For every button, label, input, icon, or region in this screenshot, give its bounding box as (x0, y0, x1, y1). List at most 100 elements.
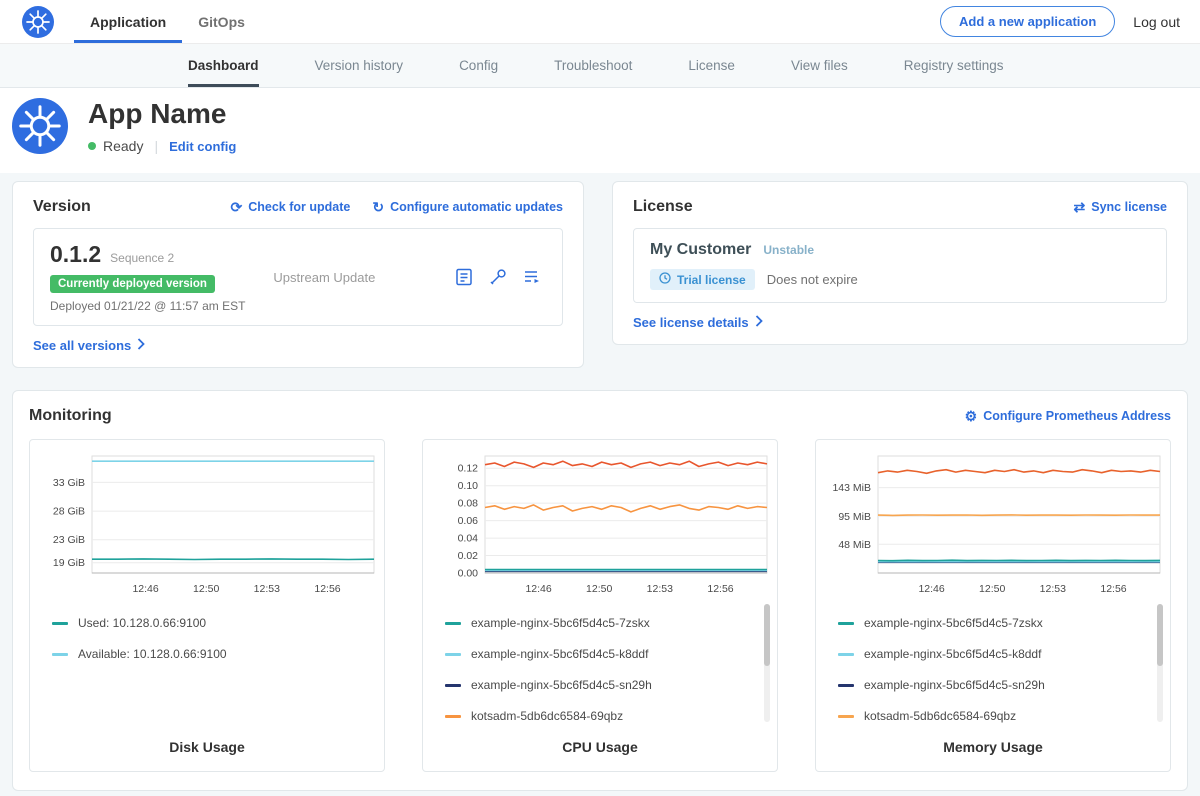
svg-text:12:56: 12:56 (1100, 583, 1126, 595)
logout-link[interactable]: Log out (1133, 14, 1180, 30)
kubernetes-logo[interactable] (22, 0, 54, 43)
svg-text:48 MiB: 48 MiB (838, 539, 871, 551)
svg-text:12:46: 12:46 (132, 583, 158, 595)
chevron-right-icon (137, 338, 145, 353)
dashboard-main: Version ⟳ Check for update ↻ Configure a… (0, 173, 1200, 796)
version-card: Version ⟳ Check for update ↻ Configure a… (12, 181, 584, 368)
memory-usage-panel: 143 MiB95 MiB48 MiB12:4612:5012:5312:56 … (815, 439, 1171, 772)
svg-text:12:50: 12:50 (979, 583, 1005, 595)
disk-usage-legend: Used: 10.128.0.66:9100 Available: 10.128.… (30, 600, 384, 729)
legend-item: example-nginx-5bc6f5d4c5-sn29h (445, 678, 751, 692)
legend-color-dash (445, 622, 461, 625)
tab-registry-settings[interactable]: Registry settings (904, 44, 1004, 87)
preflight-checks-icon[interactable] (488, 267, 508, 287)
svg-text:12:46: 12:46 (525, 583, 551, 595)
release-notes-icon[interactable] (454, 267, 474, 287)
version-card-title: Version (33, 198, 91, 216)
legend-color-dash (52, 622, 68, 625)
cpu-usage-chart: 0.120.100.080.060.040.020.0012:4612:5012… (423, 448, 777, 600)
disk-usage-chart: 33 GiB28 GiB23 GiB19 GiB12:4612:5012:531… (30, 448, 384, 600)
memory-usage-chart: 143 MiB 95 MiB 48 MiB 12:46 12:50 12:53 12:56 (816, 448, 1170, 600)
legend-item: Available: 10.128.0.66:9100 (52, 647, 358, 661)
edit-config-link[interactable]: Edit config (169, 139, 236, 154)
chevron-right-icon (755, 315, 763, 330)
tab-dashboard[interactable]: Dashboard (188, 44, 259, 87)
see-all-versions-link[interactable]: See all versions (33, 338, 563, 353)
svg-text:0.06: 0.06 (458, 515, 479, 527)
svg-text:12:50: 12:50 (193, 583, 219, 595)
license-info-box: My Customer Unstable Trial license Does … (633, 228, 1167, 303)
customer-name: My Customer (650, 241, 751, 259)
cpu-usage-legend: example-nginx-5bc6f5d4c5-7zskx example-ng… (423, 600, 777, 729)
refresh-icon: ⟳ (230, 200, 242, 214)
deployed-badge: Currently deployed version (50, 275, 215, 293)
legend-scrollbar-track[interactable] (1157, 604, 1163, 722)
legend-label: example-nginx-5bc6f5d4c5-k8ddf (471, 647, 648, 661)
version-number: 0.1.2 (50, 241, 101, 268)
svg-text:23 GiB: 23 GiB (53, 534, 85, 546)
disk-usage-panel: 33 GiB28 GiB23 GiB19 GiB12:4612:5012:531… (29, 439, 385, 772)
top-navbar: Application GitOps Add a new application… (0, 0, 1200, 44)
divider: | (154, 138, 158, 154)
kubernetes-wheel-icon (22, 6, 54, 38)
legend-scrollbar-track[interactable] (764, 604, 770, 722)
legend-color-dash (838, 684, 854, 687)
legend-item: example-nginx-5bc6f5d4c5-7zskx (445, 616, 751, 630)
status-label: Ready (103, 138, 143, 154)
legend-item: example-nginx-5bc6f5d4c5-k8ddf (445, 647, 751, 661)
svg-text:143 MiB: 143 MiB (832, 482, 871, 494)
tab-gitops[interactable]: GitOps (182, 0, 261, 43)
ready-status-dot (88, 142, 96, 150)
svg-text:12:56: 12:56 (707, 583, 733, 595)
tab-application[interactable]: Application (74, 0, 182, 43)
sync-icon: ⇄ (1074, 200, 1086, 214)
see-license-details-link[interactable]: See license details (633, 315, 1167, 330)
legend-color-dash (52, 653, 68, 656)
deployed-timestamp: Deployed 01/21/22 @ 11:57 am EST (50, 299, 245, 313)
svg-text:0.00: 0.00 (458, 568, 479, 580)
svg-text:12:46: 12:46 (918, 583, 944, 595)
app-subnav: Dashboard Version history Config Trouble… (0, 44, 1200, 88)
svg-text:12:53: 12:53 (1040, 583, 1066, 595)
tab-config[interactable]: Config (459, 44, 498, 87)
legend-label: Used: 10.128.0.66:9100 (78, 616, 206, 630)
legend-label: example-nginx-5bc6f5d4c5-7zskx (864, 616, 1043, 630)
svg-text:33 GiB: 33 GiB (53, 477, 85, 489)
check-for-update-link[interactable]: ⟳ Check for update (230, 200, 350, 214)
legend-item: example-nginx-5bc6f5d4c5-sn29h (838, 678, 1144, 692)
tab-license[interactable]: License (688, 44, 735, 87)
chart-title: Memory Usage (816, 729, 1170, 771)
configure-automatic-updates-link[interactable]: ↻ Configure automatic updates (372, 200, 563, 214)
legend-label: kotsadm-5db6dc6584-69qbz (471, 709, 623, 723)
legend-scrollbar-thumb[interactable] (1157, 604, 1163, 666)
tab-view-files[interactable]: View files (791, 44, 848, 87)
trial-license-badge: Trial license (650, 269, 755, 290)
svg-text:95 MiB: 95 MiB (838, 511, 871, 523)
sync-license-link[interactable]: ⇄ Sync license (1074, 200, 1167, 214)
app-logo (12, 98, 68, 159)
legend-scrollbar-thumb[interactable] (764, 604, 770, 666)
legend-color-dash (445, 653, 461, 656)
license-expiry: Does not expire (767, 272, 858, 287)
cpu-usage-panel: 0.120.100.080.060.040.020.0012:4612:5012… (422, 439, 778, 772)
memory-usage-legend: example-nginx-5bc6f5d4c5-7zskx example-ng… (816, 600, 1170, 729)
tab-troubleshoot[interactable]: Troubleshoot (554, 44, 632, 87)
legend-item: kotsadm-5db6dc6584-69qbz (838, 709, 1144, 723)
clock-icon (659, 272, 671, 287)
tab-version-history[interactable]: Version history (315, 44, 404, 87)
configure-prometheus-link[interactable]: ⚙ Configure Prometheus Address (965, 409, 1171, 423)
legend-item: kotsadm-5db6dc6584-69qbz (445, 709, 751, 723)
legend-label: example-nginx-5bc6f5d4c5-sn29h (471, 678, 652, 692)
add-application-button[interactable]: Add a new application (940, 6, 1115, 37)
legend-color-dash (838, 715, 854, 718)
legend-label: example-nginx-5bc6f5d4c5-sn29h (864, 678, 1045, 692)
monitoring-title: Monitoring (29, 407, 112, 425)
sequence-label: Sequence 2 (110, 251, 174, 265)
deploy-logs-icon[interactable] (522, 267, 542, 287)
license-card: License ⇄ Sync license My Customer Unsta… (612, 181, 1188, 345)
legend-item: example-nginx-5bc6f5d4c5-7zskx (838, 616, 1144, 630)
legend-color-dash (838, 622, 854, 625)
legend-label: Available: 10.128.0.66:9100 (78, 647, 227, 661)
svg-text:12:53: 12:53 (647, 583, 673, 595)
gear-icon: ⚙ (965, 409, 978, 423)
